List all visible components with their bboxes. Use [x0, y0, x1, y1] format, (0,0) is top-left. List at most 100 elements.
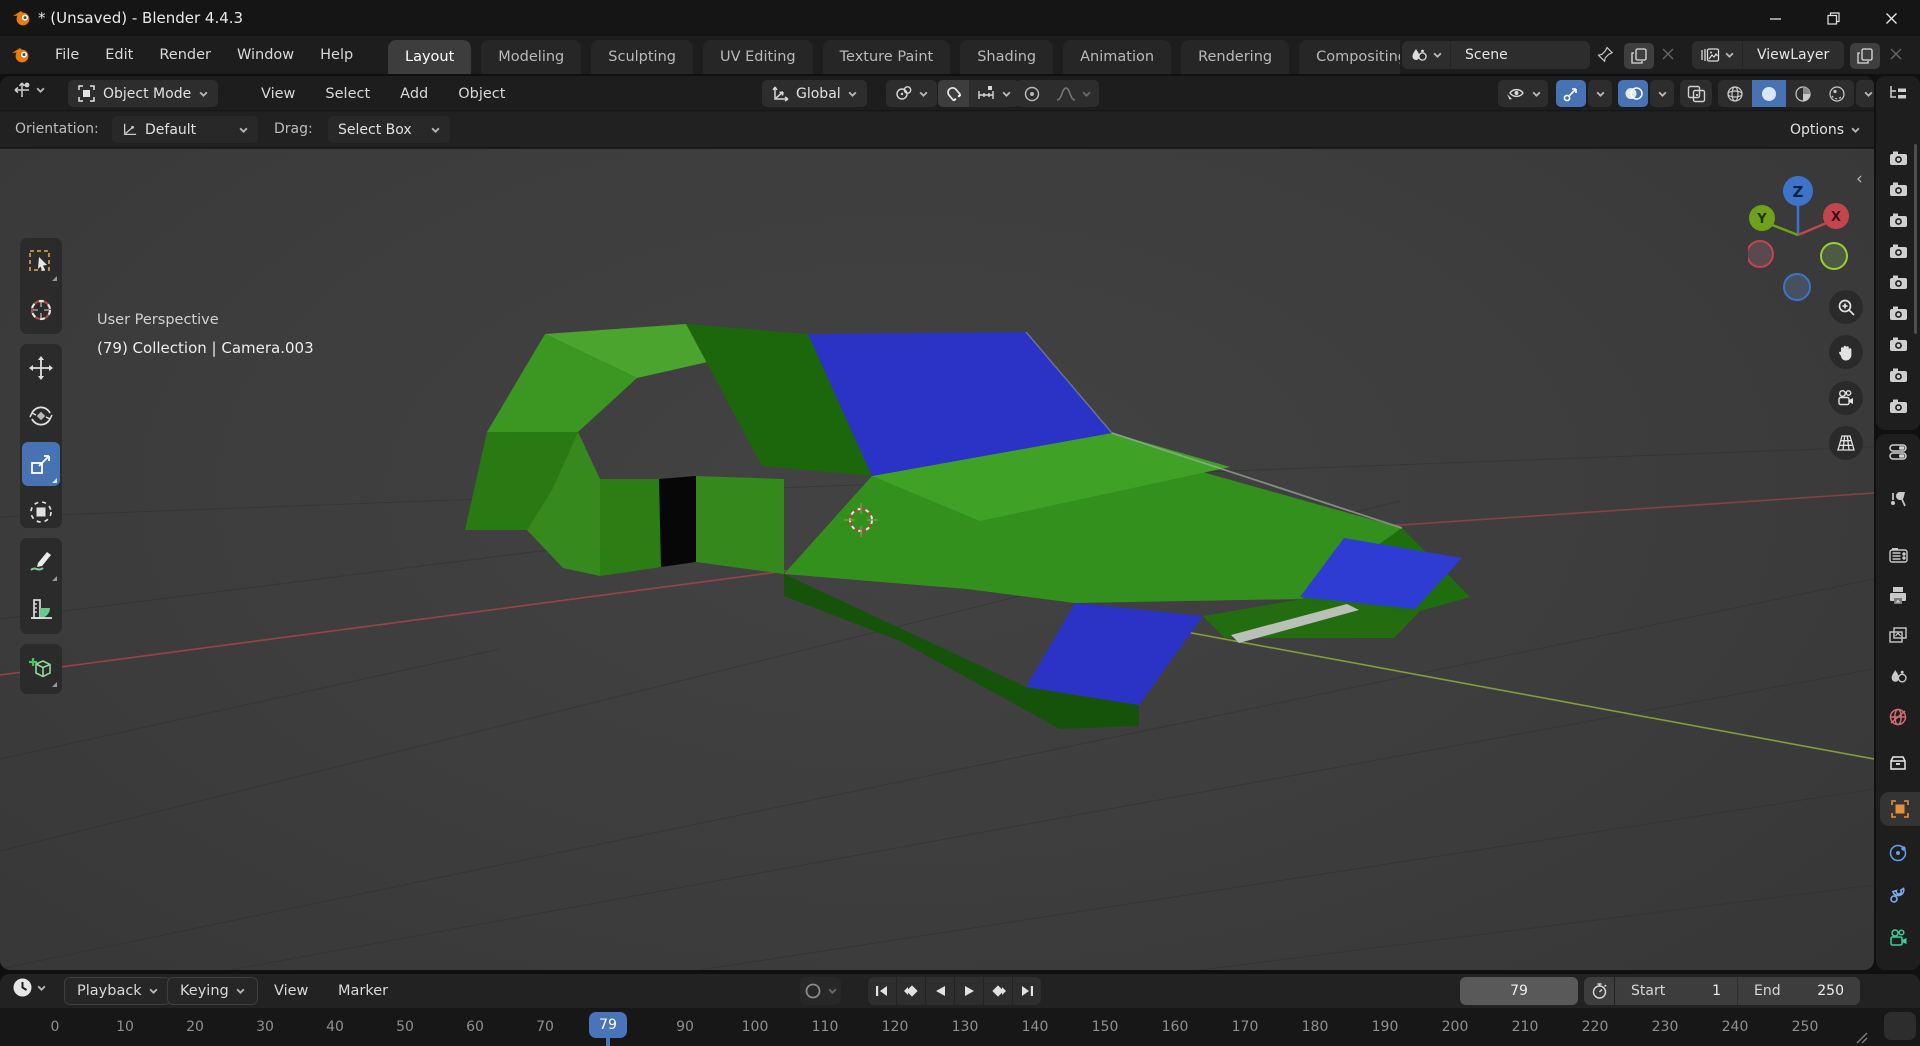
menu-select[interactable]: Select: [310, 76, 385, 111]
timeline-ruler[interactable]: 0 10 20 30 40 50 60 70 90 100 110 120 13…: [0, 1008, 1920, 1046]
tab-animation[interactable]: Animation: [1063, 40, 1172, 74]
outliner-scrollbar[interactable]: [1914, 144, 1917, 334]
perspective-toggle-button[interactable]: [1829, 426, 1863, 460]
gizmos-dropdown[interactable]: [1588, 80, 1612, 107]
scene-browse-button[interactable]: [1402, 47, 1450, 63]
properties-tab-view-layer[interactable]: [1876, 618, 1920, 652]
new-viewlayer-button[interactable]: [1850, 43, 1880, 69]
falloff-dropdown[interactable]: [1048, 80, 1099, 107]
menu-render[interactable]: Render: [146, 36, 224, 74]
shading-rendered-button[interactable]: [1820, 80, 1854, 107]
tab-layout[interactable]: Layout: [388, 40, 472, 74]
properties-tab-tool[interactable]: [1876, 482, 1920, 516]
tab-modeling[interactable]: Modeling: [481, 40, 582, 74]
tab-uv-editing[interactable]: UV Editing: [702, 40, 813, 74]
jump-to-start-button[interactable]: [868, 977, 896, 1005]
shading-wireframe-button[interactable]: [1718, 80, 1752, 107]
use-preview-range-toggle[interactable]: [1584, 977, 1614, 1005]
properties-tab-render[interactable]: [1876, 538, 1920, 572]
restore-button[interactable]: [1804, 0, 1862, 36]
properties-tab-physics[interactable]: [1876, 836, 1920, 870]
transform-orientation-dropdown[interactable]: Global: [762, 80, 867, 107]
menu-view[interactable]: View: [262, 977, 320, 1005]
menu-file[interactable]: File: [42, 36, 92, 74]
tab-rendering[interactable]: Rendering: [1181, 40, 1290, 74]
minimize-button[interactable]: [1746, 0, 1804, 36]
cursor-tool[interactable]: [22, 288, 60, 332]
annotate-tool[interactable]: [22, 540, 60, 584]
start-frame-field[interactable]: Start 1: [1615, 983, 1737, 999]
show-gizmos-toggle[interactable]: [1556, 80, 1586, 107]
car-model[interactable]: [465, 324, 1470, 729]
xray-toggle[interactable]: [1680, 80, 1712, 107]
viewlayer-name-field[interactable]: ViewLayer: [1743, 47, 1843, 63]
menu-keying[interactable]: Keying: [167, 977, 258, 1005]
orientation-dropdown[interactable]: Default: [112, 116, 258, 143]
viewport-canvas[interactable]: User Perspective (79) Collection | Camer…: [0, 149, 1874, 970]
close-button[interactable]: [1862, 0, 1920, 36]
zoom-button[interactable]: [1829, 290, 1863, 324]
snap-settings-dropdown[interactable]: [969, 80, 1019, 107]
menu-playback[interactable]: Playback: [64, 977, 171, 1005]
outliner-camera-row[interactable]: [1876, 359, 1920, 390]
scene-name-field[interactable]: Scene: [1451, 47, 1522, 63]
add-cube-tool[interactable]: [22, 646, 60, 690]
overlays-dropdown[interactable]: [1650, 80, 1674, 107]
pan-button[interactable]: [1829, 335, 1863, 369]
timeline-editor-type-button[interactable]: [12, 977, 46, 998]
tab-compositing[interactable]: Compositing: [1299, 40, 1400, 74]
next-keyframe-button[interactable]: [984, 977, 1012, 1005]
visibility-dropdown[interactable]: [1498, 80, 1548, 107]
measure-tool[interactable]: [22, 588, 60, 632]
scale-tool[interactable]: [22, 442, 60, 486]
outliner-camera-row[interactable]: [1876, 390, 1920, 421]
properties-tab-object-data[interactable]: [1876, 920, 1920, 954]
show-overlays-toggle[interactable]: [1618, 80, 1648, 107]
move-tool[interactable]: [22, 346, 60, 390]
outliner-expand-arrow[interactable]: ‹: [1856, 169, 1863, 189]
tab-texture-paint[interactable]: Texture Paint: [822, 40, 951, 74]
play-button[interactable]: [955, 977, 983, 1005]
drag-dropdown[interactable]: Select Box: [328, 116, 450, 143]
shading-dropdown[interactable]: [1856, 80, 1874, 107]
playhead[interactable]: 79: [589, 1012, 627, 1038]
gizmo-neg-y-axis[interactable]: [1820, 242, 1848, 270]
end-frame-field[interactable]: End 250: [1738, 983, 1860, 999]
gizmo-neg-x-axis[interactable]: [1748, 240, 1774, 268]
transform-tool[interactable]: [22, 490, 60, 534]
delete-viewlayer-button[interactable]: [1888, 46, 1904, 62]
shading-solid-button[interactable]: [1752, 80, 1786, 107]
new-scene-button[interactable]: [1624, 43, 1654, 69]
menu-view[interactable]: View: [246, 76, 310, 111]
properties-editor-type-button[interactable]: [1876, 434, 1920, 470]
pivot-point-dropdown[interactable]: [886, 80, 937, 107]
menu-object[interactable]: Object: [443, 76, 520, 111]
blender-menu-button[interactable]: [10, 46, 32, 64]
properties-tab-object[interactable]: [1880, 792, 1920, 826]
shading-material-button[interactable]: [1786, 80, 1820, 107]
prev-keyframe-button[interactable]: [897, 977, 925, 1005]
chevron-down-icon[interactable]: [828, 988, 837, 994]
snap-toggle-button[interactable]: [938, 80, 969, 107]
resize-corner-icon[interactable]: [1856, 1032, 1868, 1044]
viewlayer-browse-button[interactable]: [1692, 47, 1742, 63]
options-dropdown[interactable]: Options: [1790, 116, 1860, 143]
outliner-editor-type-button[interactable]: [1876, 76, 1920, 110]
properties-tab-constraints[interactable]: [1876, 878, 1920, 912]
timeline-scrollbar[interactable]: [1884, 1012, 1916, 1040]
navigation-gizmo[interactable]: Z X Y: [1748, 161, 1852, 301]
mode-dropdown[interactable]: Object Mode: [68, 80, 219, 107]
delete-scene-button[interactable]: [1660, 46, 1676, 62]
menu-add[interactable]: Add: [385, 76, 443, 111]
rotate-tool[interactable]: [22, 394, 60, 438]
menu-window[interactable]: Window: [224, 36, 307, 74]
select-box-tool[interactable]: [22, 240, 60, 284]
menu-marker[interactable]: Marker: [326, 977, 400, 1005]
proportional-edit-toggle[interactable]: [1016, 80, 1048, 107]
camera-view-button[interactable]: [1829, 381, 1863, 415]
tab-shading[interactable]: Shading: [960, 40, 1054, 74]
jump-to-end-button[interactable]: [1013, 977, 1041, 1005]
properties-tab-scene[interactable]: [1876, 660, 1920, 694]
current-frame-field[interactable]: 79: [1460, 977, 1578, 1005]
properties-tab-output[interactable]: [1876, 578, 1920, 612]
